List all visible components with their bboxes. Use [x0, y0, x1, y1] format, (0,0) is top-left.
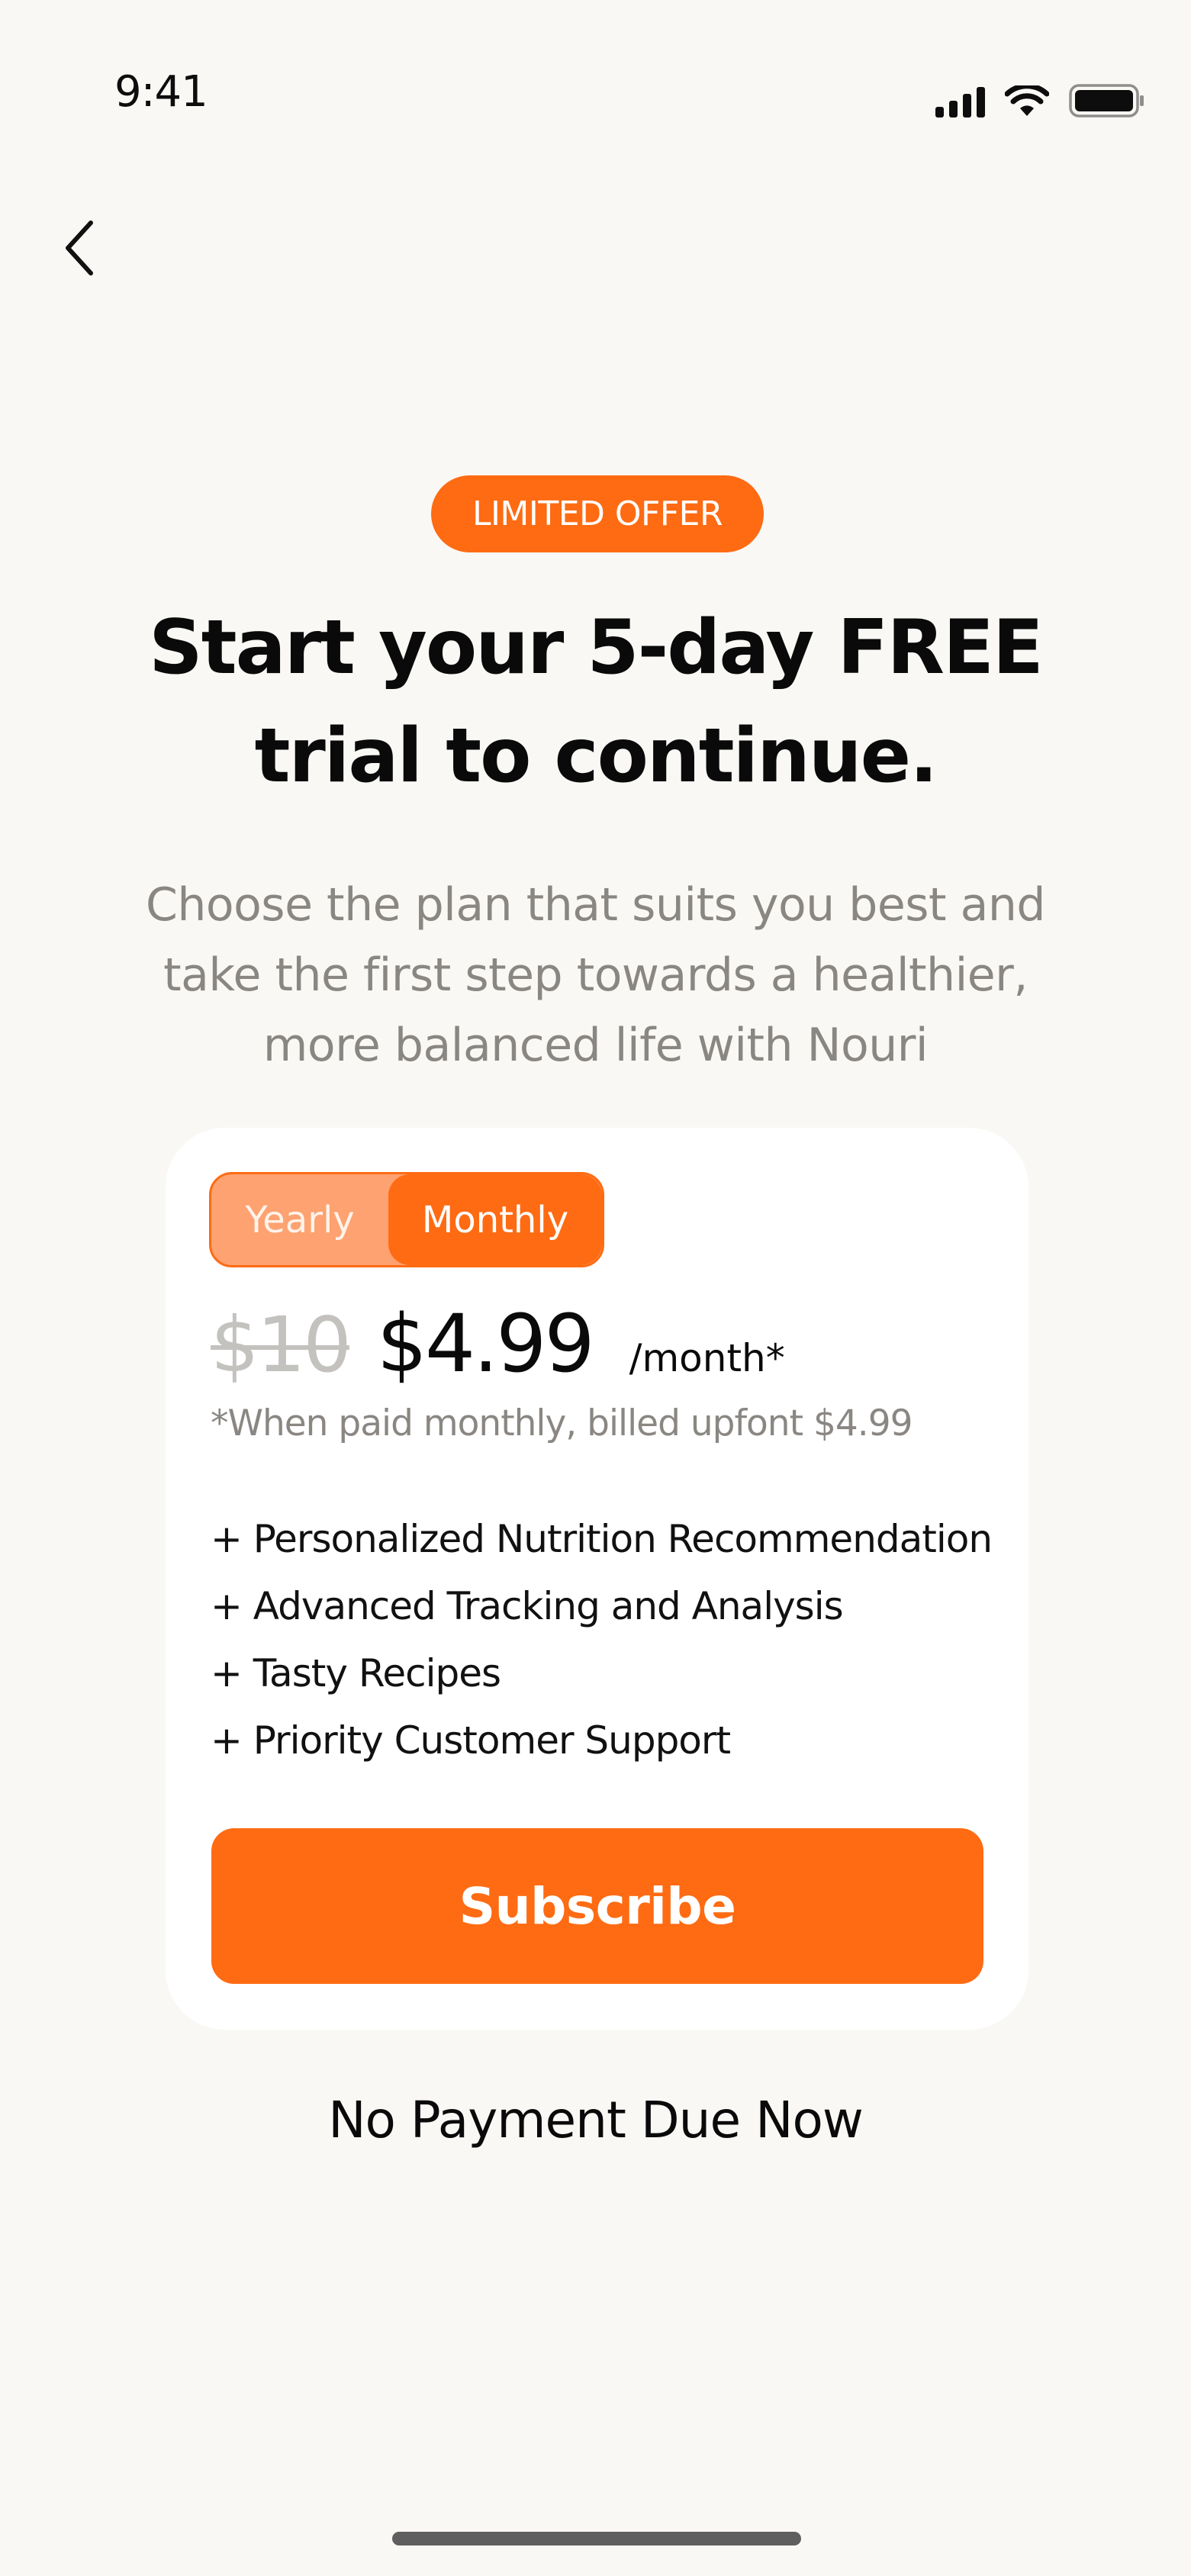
- feature-item: + Personalized Nutrition Recommendation: [211, 1517, 993, 1561]
- original-price: $10: [211, 1300, 352, 1389]
- page-subtitle: Choose the plan that suits you best and …: [99, 870, 1092, 1080]
- feature-item: + Advanced Tracking and Analysis: [211, 1584, 844, 1628]
- subtitle-line-1: Choose the plan that suits you best and: [145, 878, 1046, 932]
- battery-icon: [1069, 84, 1145, 118]
- subscribe-button[interactable]: Subscribe: [211, 1828, 983, 1984]
- home-indicator[interactable]: [392, 2532, 801, 2545]
- subtitle-line-2: take the first step towards a healthier,: [163, 948, 1028, 1002]
- status-icons: [935, 82, 1145, 118]
- current-price: $4.99: [376, 1297, 595, 1390]
- no-payment-note: No Payment Due Now: [328, 2091, 864, 2149]
- wifi-icon: [1005, 85, 1049, 118]
- toggle-option-yearly[interactable]: Yearly: [211, 1174, 388, 1265]
- feature-item: + Priority Customer Support: [211, 1718, 731, 1763]
- subtitle-line-3: more balanced life with Nouri: [262, 1019, 929, 1072]
- back-button[interactable]: [52, 214, 105, 282]
- billing-period-toggle[interactable]: Yearly Monthly: [209, 1172, 604, 1267]
- price-row: $10 $4.99 /month*: [211, 1297, 785, 1396]
- feature-list: + Personalized Nutrition Recommendation …: [211, 1505, 993, 1774]
- page-title-line-1: Start your 5-day FREE: [149, 604, 1044, 691]
- billing-note: *When paid monthly, billed upfont $4.99: [211, 1402, 913, 1444]
- toggle-option-monthly[interactable]: Monthly: [388, 1174, 602, 1265]
- price-period: /month*: [629, 1336, 785, 1380]
- signal-icon: [935, 87, 985, 118]
- feature-item: + Tasty Recipes: [211, 1651, 501, 1695]
- status-time: 9:41: [114, 67, 208, 117]
- page-title-line-2: trial to continue.: [254, 713, 938, 800]
- paywall-screen: 9:41 LIMITED OFFER Start your 5-day FREE…: [0, 0, 1191, 2576]
- limited-offer-badge: LIMITED OFFER: [431, 475, 764, 552]
- chevron-left-icon: [66, 221, 93, 275]
- page-title: Start your 5-day FREE trial to continue.: [92, 594, 1099, 810]
